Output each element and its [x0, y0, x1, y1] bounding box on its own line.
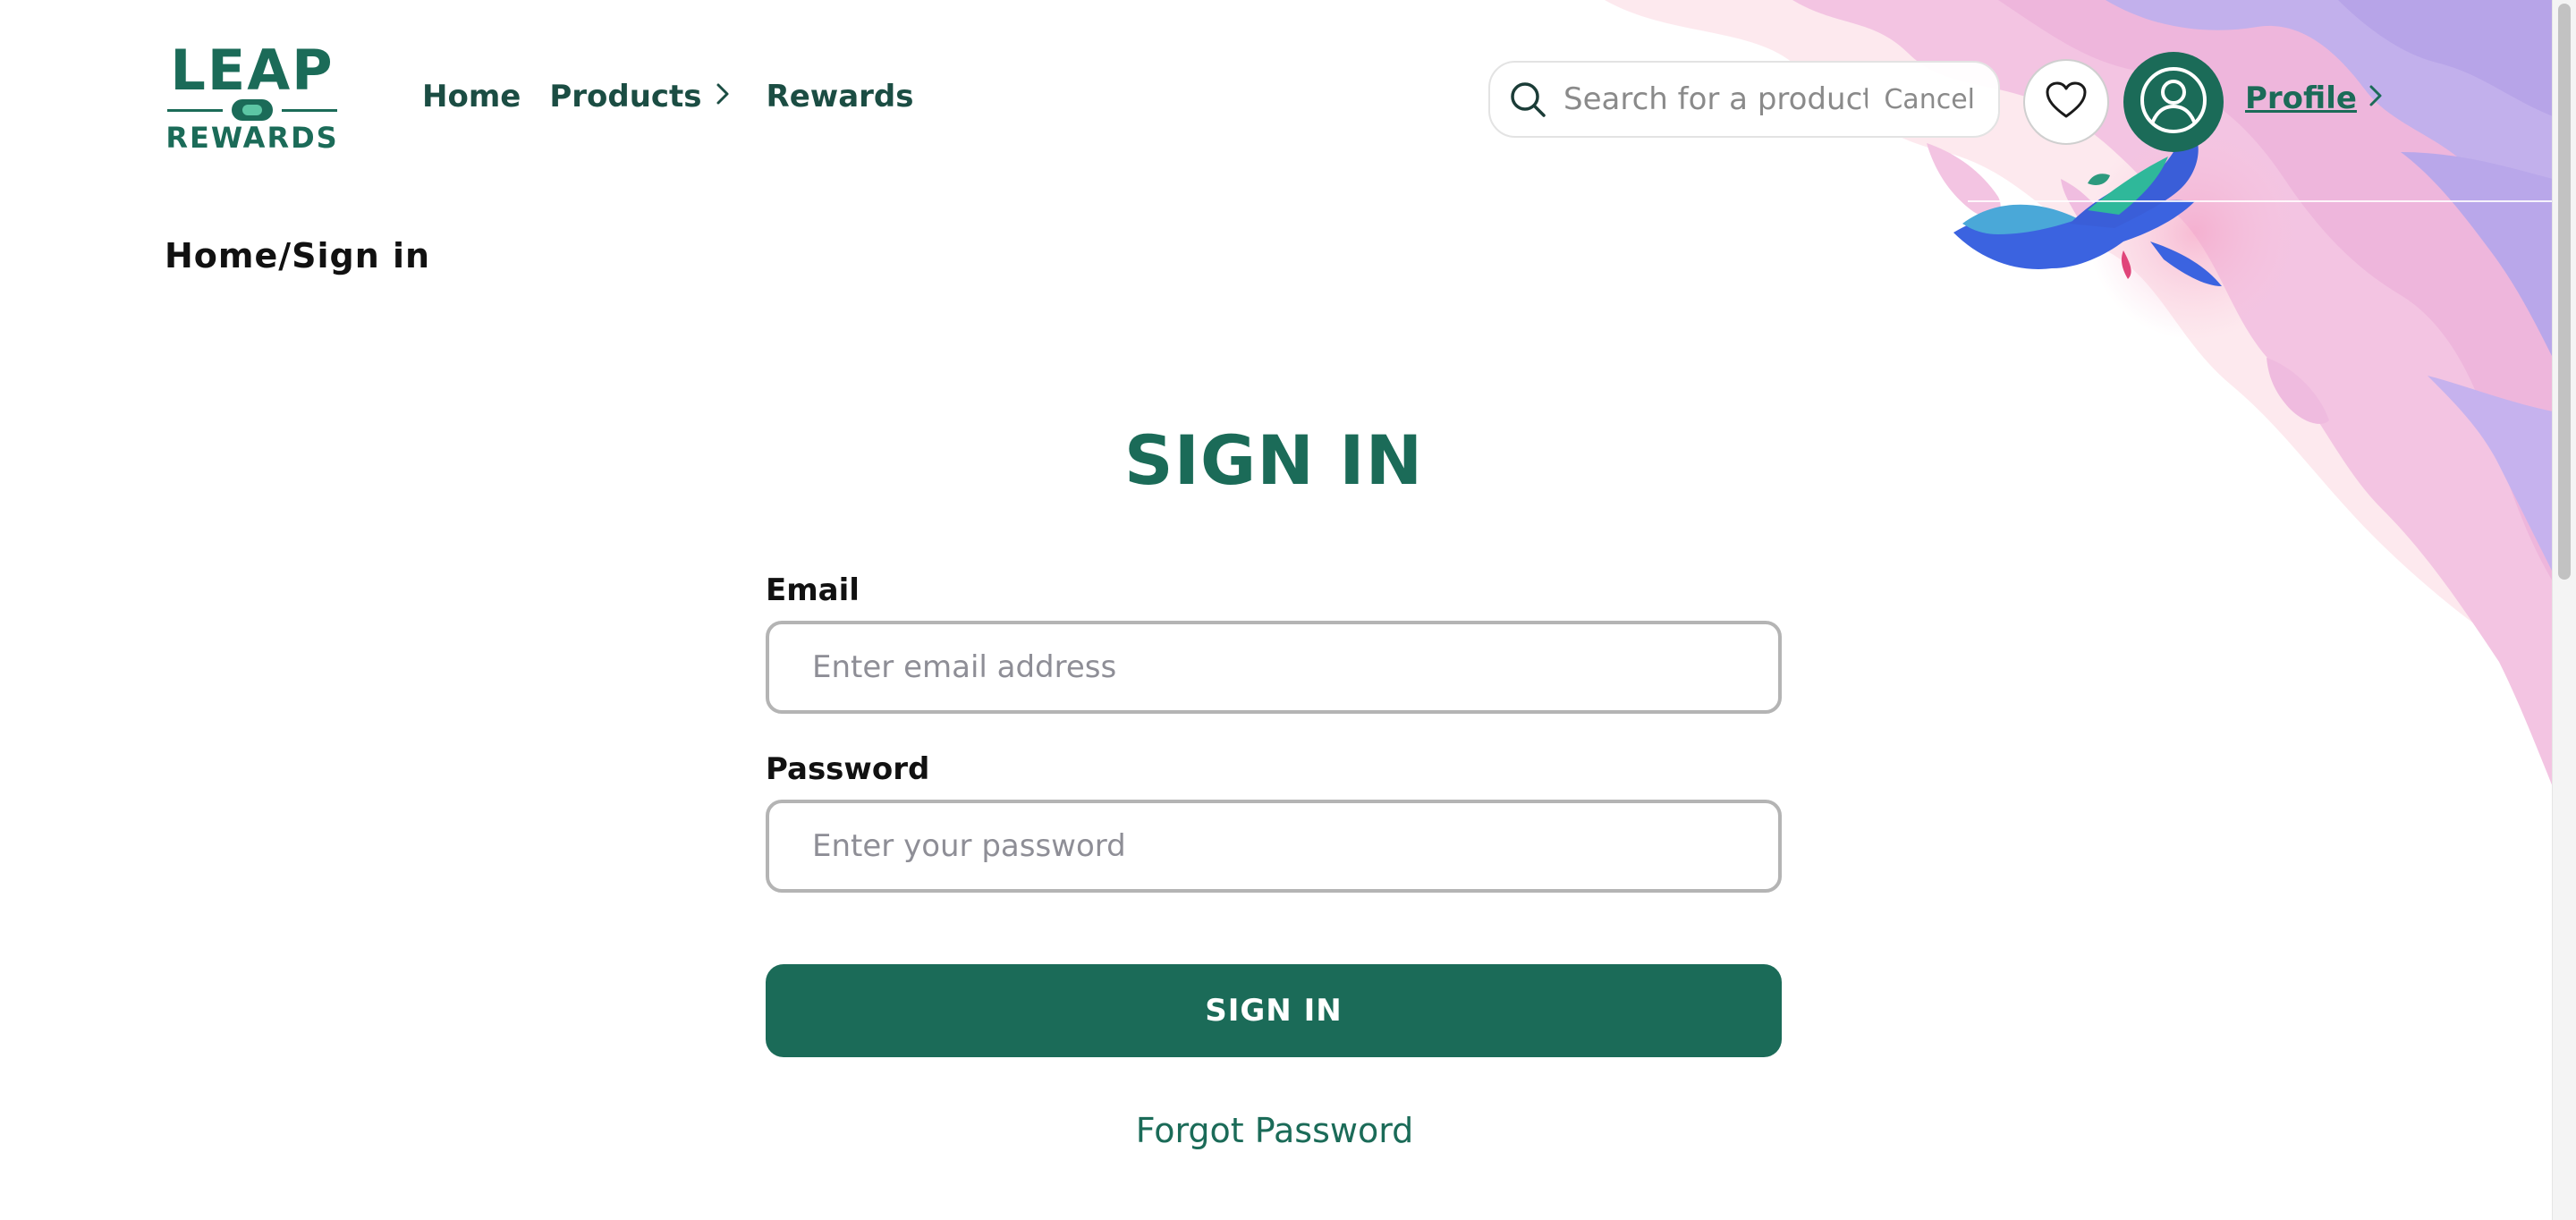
search-cancel-button[interactable]: Cancel — [1884, 84, 1975, 115]
chevron-right-icon — [2368, 80, 2384, 116]
page-title: SIGN IN — [1123, 420, 1424, 500]
favorites-button[interactable] — [2023, 59, 2109, 145]
breadcrumb: Home/Sign in — [165, 236, 431, 275]
logo-wordmark-top: LEAP — [170, 38, 335, 103]
email-label: Email — [766, 572, 860, 608]
nav-home-link[interactable]: Home — [422, 79, 521, 114]
nav-products-link[interactable]: Products — [549, 79, 737, 114]
nav-rewards-link[interactable]: Rewards — [767, 79, 914, 114]
signin-button[interactable]: SIGN IN — [766, 964, 1782, 1057]
forgot-password-link[interactable]: Forgot Password — [766, 1111, 1784, 1150]
signin-form: Email Password SIGN IN Forgot Password — [766, 572, 1784, 1150]
user-icon — [2138, 64, 2209, 140]
search-input[interactable] — [1562, 80, 1869, 118]
nav-home-label: Home — [422, 79, 521, 114]
logo-wordmark-bottom: REWARDS — [165, 121, 339, 155]
heart-icon — [2045, 80, 2088, 123]
signin-page: LEAP REWARDS Home Products Rewards Cance… — [0, 0, 2576, 1220]
password-label: Password — [766, 751, 930, 787]
profile-label: Profile — [2245, 80, 2357, 116]
password-field[interactable] — [766, 800, 1782, 893]
email-field[interactable] — [766, 621, 1782, 714]
page-scrollbar[interactable] — [2552, 0, 2576, 1220]
header-divider — [1968, 200, 2553, 202]
nav-rewards-label: Rewards — [766, 79, 914, 114]
scrollbar-thumb[interactable] — [2558, 4, 2571, 580]
search-bar: Cancel — [1488, 61, 2000, 138]
leap-rewards-logo[interactable]: LEAP REWARDS — [165, 43, 340, 156]
avatar[interactable] — [2123, 52, 2224, 152]
nav-products-label: Products — [549, 79, 702, 114]
main-nav: Home Products Rewards — [422, 79, 913, 114]
chevron-right-icon — [715, 79, 731, 114]
search-icon[interactable] — [1508, 80, 1547, 119]
profile-link[interactable]: Profile — [2245, 80, 2384, 116]
